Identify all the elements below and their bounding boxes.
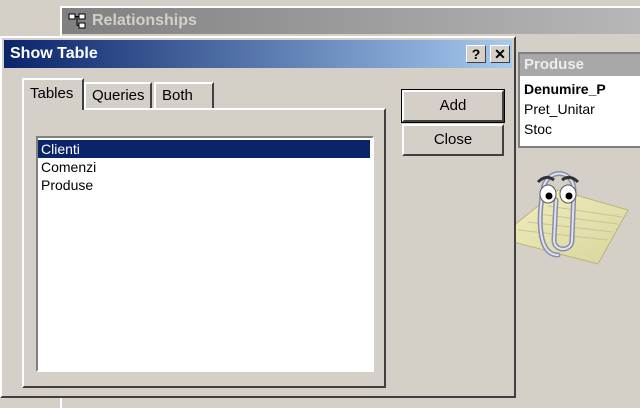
show-table-title: Show Table xyxy=(10,45,98,62)
add-button[interactable]: Add xyxy=(401,89,505,123)
list-item[interactable]: Comenzi xyxy=(38,158,372,176)
show-table-titlebar[interactable]: Show Table ? ✕ xyxy=(4,40,512,68)
relationships-title: Relationships xyxy=(92,12,197,29)
show-table-dialog: Show Table ? ✕ Tables Queries Both Clien… xyxy=(0,36,516,398)
tab-tables[interactable]: Tables xyxy=(22,78,84,110)
produse-field[interactable]: Pret_Unitar xyxy=(524,99,640,119)
tables-tab-panel: Clienti Comenzi Produse xyxy=(22,108,386,388)
list-item[interactable]: Produse xyxy=(38,176,372,194)
tab-queries[interactable]: Queries xyxy=(84,82,152,108)
produse-table-title[interactable]: Produse xyxy=(520,54,640,76)
produse-field[interactable]: Stoc xyxy=(524,119,640,139)
produse-field[interactable]: Denumire_P xyxy=(524,79,640,99)
close-button[interactable]: Close xyxy=(402,124,504,156)
relationships-titlebar[interactable]: Relationships xyxy=(62,8,640,34)
produse-table-box[interactable]: Produse Denumire_P Pret_Unitar Stoc xyxy=(518,52,640,148)
help-button[interactable]: ? xyxy=(466,45,486,63)
relationships-icon xyxy=(68,13,86,29)
close-icon[interactable]: ✕ xyxy=(490,45,510,63)
table-listbox[interactable]: Clienti Comenzi Produse xyxy=(36,136,374,372)
produse-field-list: Denumire_P Pret_Unitar Stoc xyxy=(520,76,640,139)
list-item[interactable]: Clienti xyxy=(38,140,370,158)
tab-both[interactable]: Both xyxy=(154,82,214,108)
